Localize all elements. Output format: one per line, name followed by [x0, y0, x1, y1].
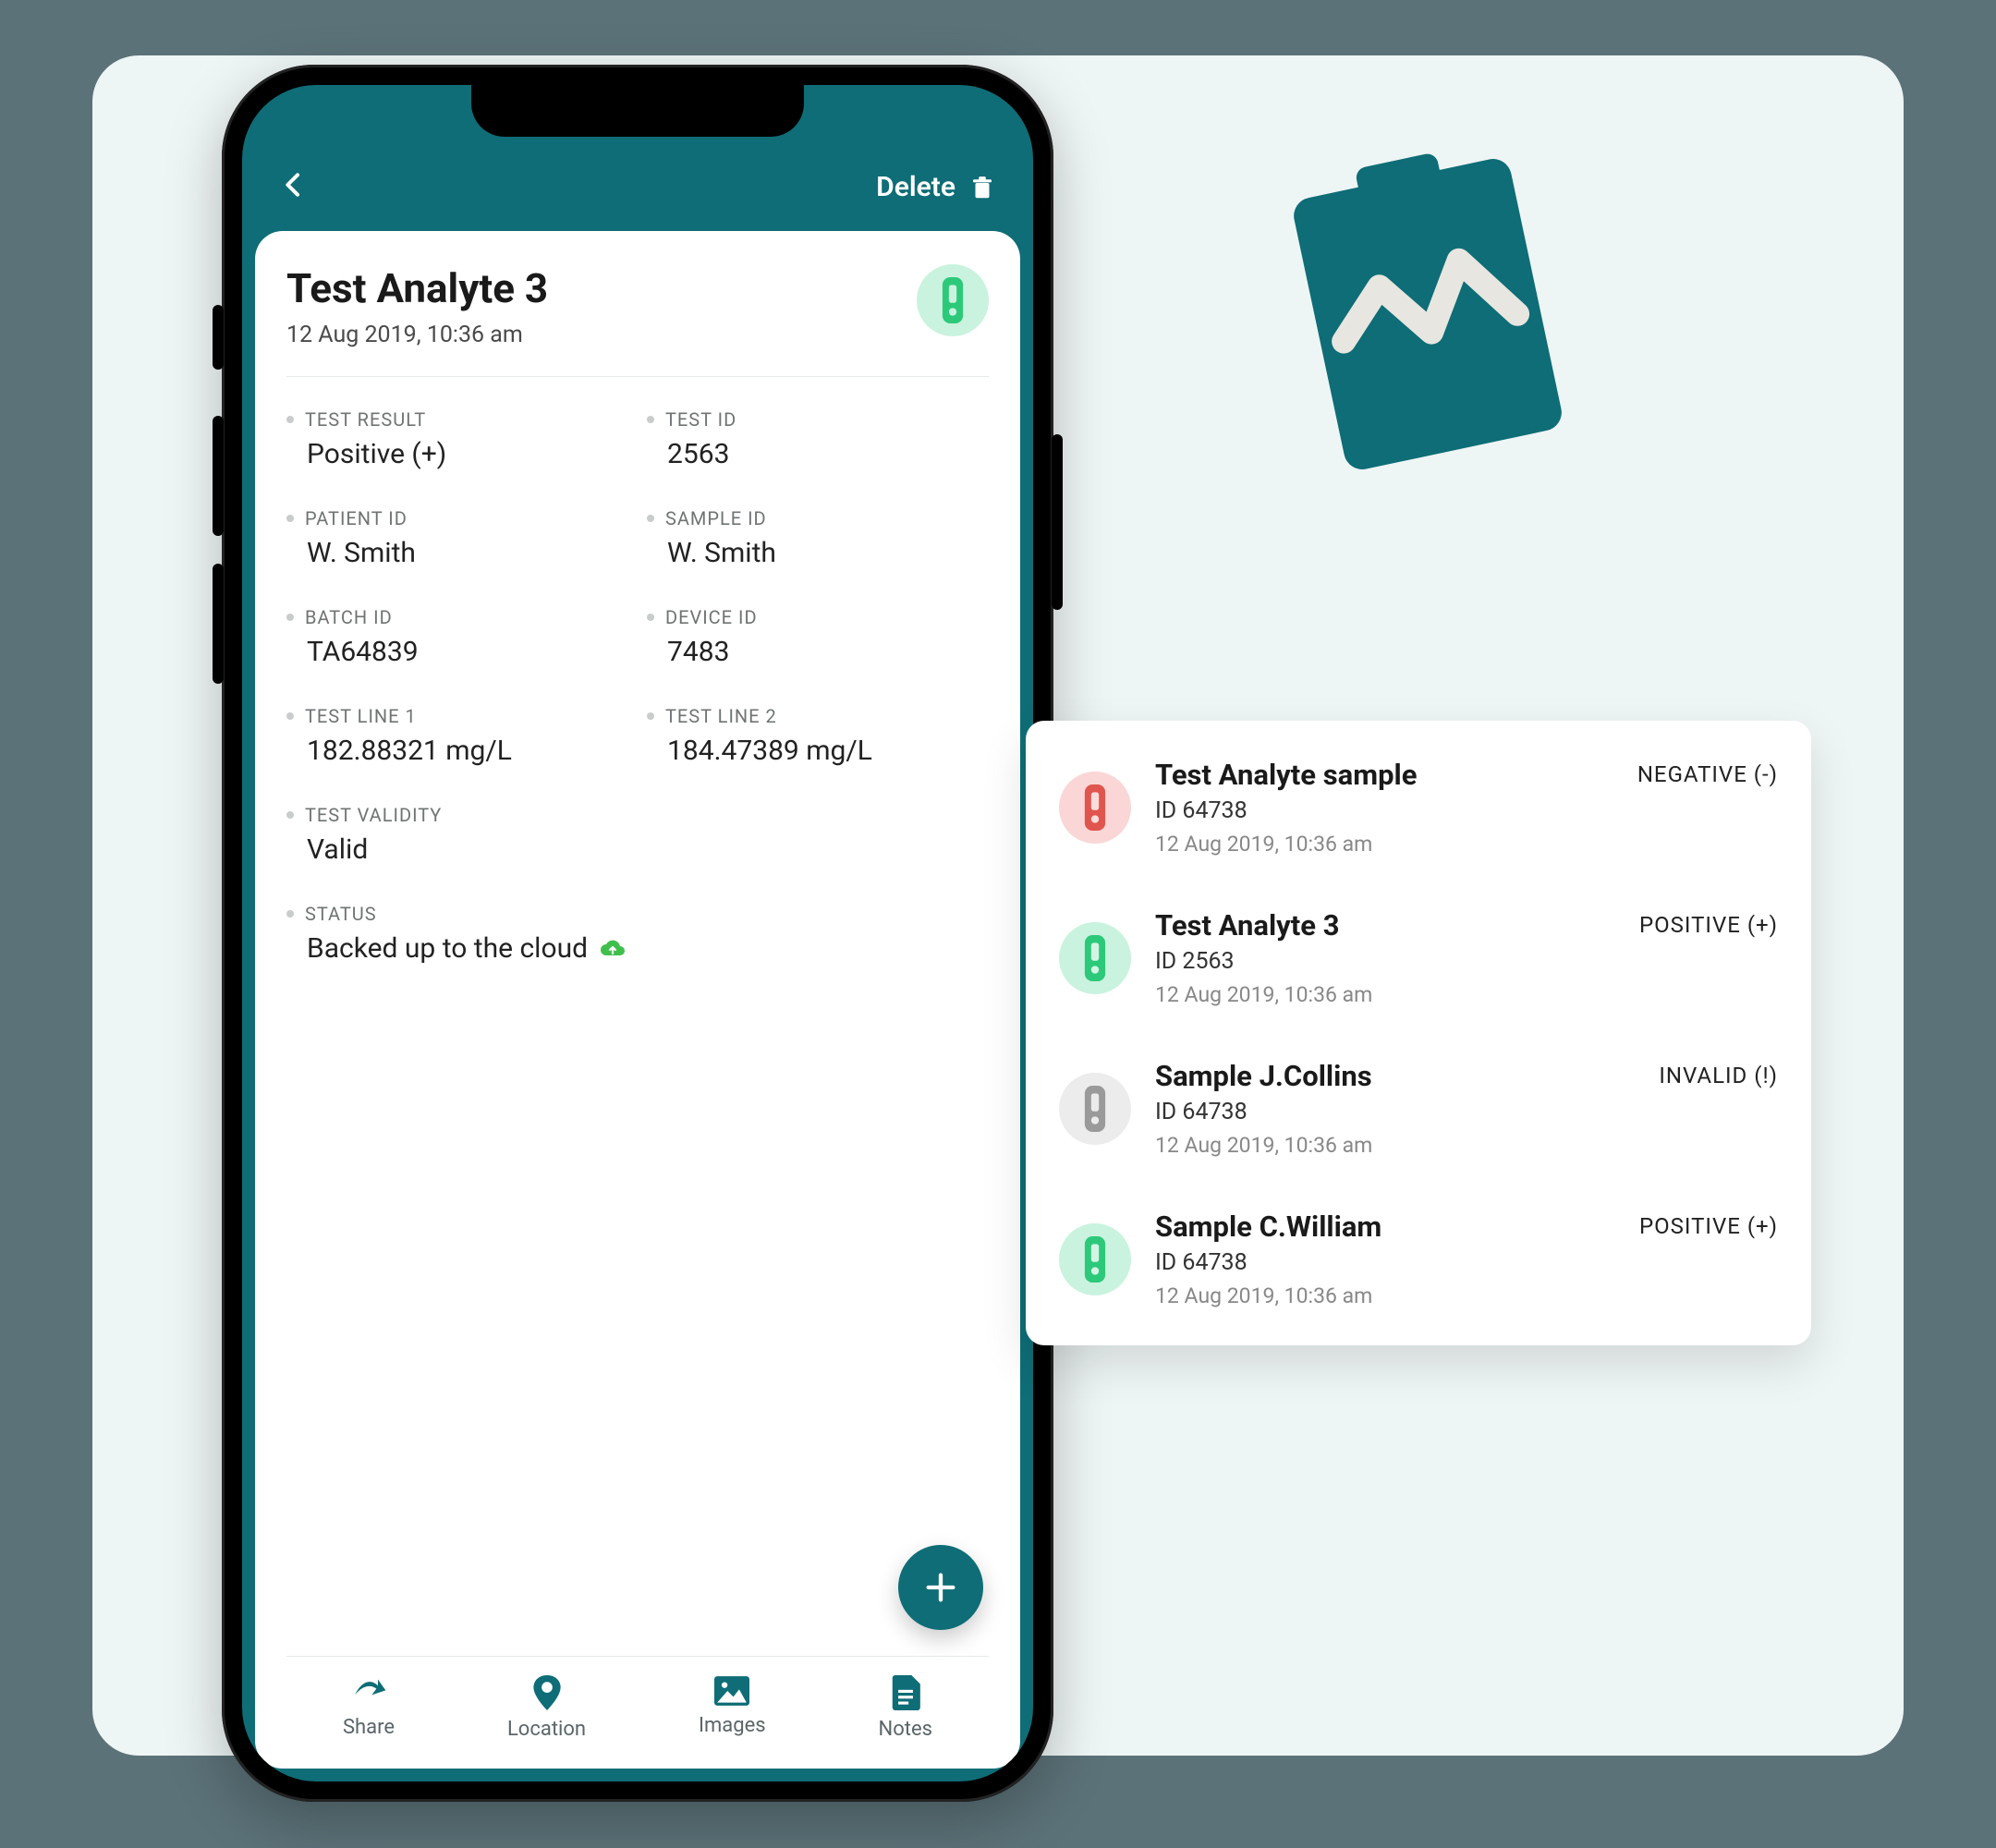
clipboard-illustration	[1266, 129, 1589, 499]
field-value: W. Smith	[647, 537, 989, 569]
list-item-title: Sample C.William	[1155, 1210, 1615, 1244]
field-status: STATUS Backed up to the cloud	[286, 903, 989, 965]
list-item-status: POSITIVE (+)	[1639, 1213, 1778, 1239]
list-item-title: Sample J.Collins	[1155, 1059, 1635, 1093]
nav-label: Share	[343, 1716, 395, 1739]
list-item-title: Test Analyte 3	[1155, 908, 1615, 942]
result-badge	[917, 264, 989, 336]
list-item-title: Test Analyte sample	[1155, 758, 1613, 792]
list-item-body: Test Analyte 3 ID 2563 12 Aug 2019, 10:3…	[1155, 908, 1615, 1007]
field-label: TEST ID	[647, 408, 989, 431]
list-item[interactable]: Sample C.William ID 64738 12 Aug 2019, 1…	[1026, 1184, 1811, 1334]
list-item[interactable]: Sample J.Collins ID 64738 12 Aug 2019, 1…	[1026, 1033, 1811, 1184]
field-label: BATCH ID	[286, 606, 628, 628]
list-item-status: POSITIVE (+)	[1639, 912, 1778, 938]
vial-icon	[1081, 935, 1109, 981]
list-item-time: 12 Aug 2019, 10:36 am	[1155, 982, 1615, 1007]
nav-notes[interactable]: Notes	[879, 1675, 932, 1741]
share-icon	[350, 1675, 387, 1708]
field-test-validity: TEST VALIDITY Valid	[286, 804, 989, 866]
field-test-line-2: TEST LINE 2 184.47389 mg/L	[647, 705, 989, 767]
list-item-id: ID 64738	[1155, 797, 1613, 824]
field-value: 182.88321 mg/L	[286, 735, 628, 767]
phone-screen: Delete Test Analyte 3 12 Aug 2019, 10:36…	[242, 85, 1033, 1781]
field-test-line-1: TEST LINE 1 182.88321 mg/L	[286, 705, 628, 767]
field-value: W. Smith	[286, 537, 628, 569]
field-label: DEVICE ID	[647, 606, 989, 628]
field-label: SAMPLE ID	[647, 507, 989, 529]
list-item-body: Sample C.William ID 64738 12 Aug 2019, 1…	[1155, 1210, 1615, 1308]
trash-icon	[968, 172, 996, 203]
field-label: TEST LINE 2	[647, 705, 989, 727]
detail-title: Test Analyte 3	[286, 264, 548, 312]
plus-icon	[922, 1569, 959, 1606]
detail-timestamp: 12 Aug 2019, 10:36 am	[286, 322, 548, 348]
list-item-status: NEGATIVE (-)	[1637, 761, 1778, 787]
list-item-badge	[1059, 1223, 1131, 1295]
field-label: PATIENT ID	[286, 507, 628, 529]
image-icon	[714, 1675, 749, 1707]
list-item-time: 12 Aug 2019, 10:36 am	[1155, 1283, 1615, 1308]
results-list-card: Test Analyte sample ID 64738 12 Aug 2019…	[1026, 721, 1811, 1345]
field-value: TA64839	[286, 636, 628, 668]
add-button[interactable]	[898, 1545, 983, 1630]
nav-label: Notes	[879, 1718, 932, 1741]
nav-label: Images	[699, 1714, 766, 1737]
list-item-badge	[1059, 922, 1131, 994]
list-item-status: INVALID (!)	[1659, 1063, 1778, 1088]
fields-grid: TEST RESULT Positive (+) TEST ID 2563 PA…	[286, 408, 989, 965]
list-item-badge	[1059, 772, 1131, 844]
stage-background: Delete Test Analyte 3 12 Aug 2019, 10:36…	[92, 55, 1904, 1756]
detail-header: Test Analyte 3 12 Aug 2019, 10:36 am	[286, 264, 989, 377]
field-label: STATUS	[286, 903, 989, 925]
field-value: Positive (+)	[286, 438, 628, 470]
field-value: 184.47389 mg/L	[647, 735, 989, 767]
list-item-id: ID 64738	[1155, 1099, 1635, 1125]
vial-icon	[939, 277, 967, 323]
field-patient-id: PATIENT ID W. Smith	[286, 507, 628, 569]
field-device-id: DEVICE ID 7483	[647, 606, 989, 668]
nav-label: Location	[507, 1718, 586, 1741]
cloud-upload-icon	[599, 939, 627, 959]
list-item-time: 12 Aug 2019, 10:36 am	[1155, 832, 1613, 857]
field-batch-id: BATCH ID TA64839	[286, 606, 628, 668]
field-test-result: TEST RESULT Positive (+)	[286, 408, 628, 470]
nav-location[interactable]: Location	[507, 1675, 586, 1741]
detail-card: Test Analyte 3 12 Aug 2019, 10:36 am TES…	[255, 231, 1020, 1769]
vial-icon	[1081, 784, 1109, 831]
phone-frame: Delete Test Analyte 3 12 Aug 2019, 10:36…	[222, 65, 1053, 1802]
field-test-id: TEST ID 2563	[647, 408, 989, 470]
list-item-id: ID 2563	[1155, 948, 1615, 975]
list-item-body: Test Analyte sample ID 64738 12 Aug 2019…	[1155, 758, 1613, 857]
list-item-time: 12 Aug 2019, 10:36 am	[1155, 1133, 1635, 1158]
location-pin-icon	[533, 1675, 561, 1710]
list-item-id: ID 64738	[1155, 1249, 1615, 1276]
field-label: TEST VALIDITY	[286, 804, 989, 826]
nav-images[interactable]: Images	[699, 1675, 766, 1741]
bottom-nav: Share Location Images Notes	[286, 1656, 989, 1741]
notes-icon	[891, 1675, 920, 1710]
delete-label: Delete	[876, 171, 955, 203]
vial-icon	[1081, 1236, 1109, 1283]
delete-button[interactable]: Delete	[876, 171, 996, 203]
field-value: 2563	[647, 438, 989, 470]
field-sample-id: SAMPLE ID W. Smith	[647, 507, 989, 569]
list-item[interactable]: Test Analyte 3 ID 2563 12 Aug 2019, 10:3…	[1026, 882, 1811, 1033]
field-value: Backed up to the cloud	[307, 932, 588, 965]
field-label: TEST LINE 1	[286, 705, 628, 727]
list-item-badge	[1059, 1073, 1131, 1145]
field-value: Valid	[286, 833, 989, 866]
vial-icon	[1081, 1086, 1109, 1132]
back-button[interactable]	[279, 166, 309, 203]
field-value: 7483	[647, 636, 989, 668]
field-label: TEST RESULT	[286, 408, 628, 431]
list-item-body: Sample J.Collins ID 64738 12 Aug 2019, 1…	[1155, 1059, 1635, 1158]
nav-share[interactable]: Share	[343, 1675, 395, 1741]
chevron-left-icon	[279, 166, 309, 203]
phone-notch	[471, 85, 804, 137]
list-item[interactable]: Test Analyte sample ID 64738 12 Aug 2019…	[1026, 732, 1811, 882]
